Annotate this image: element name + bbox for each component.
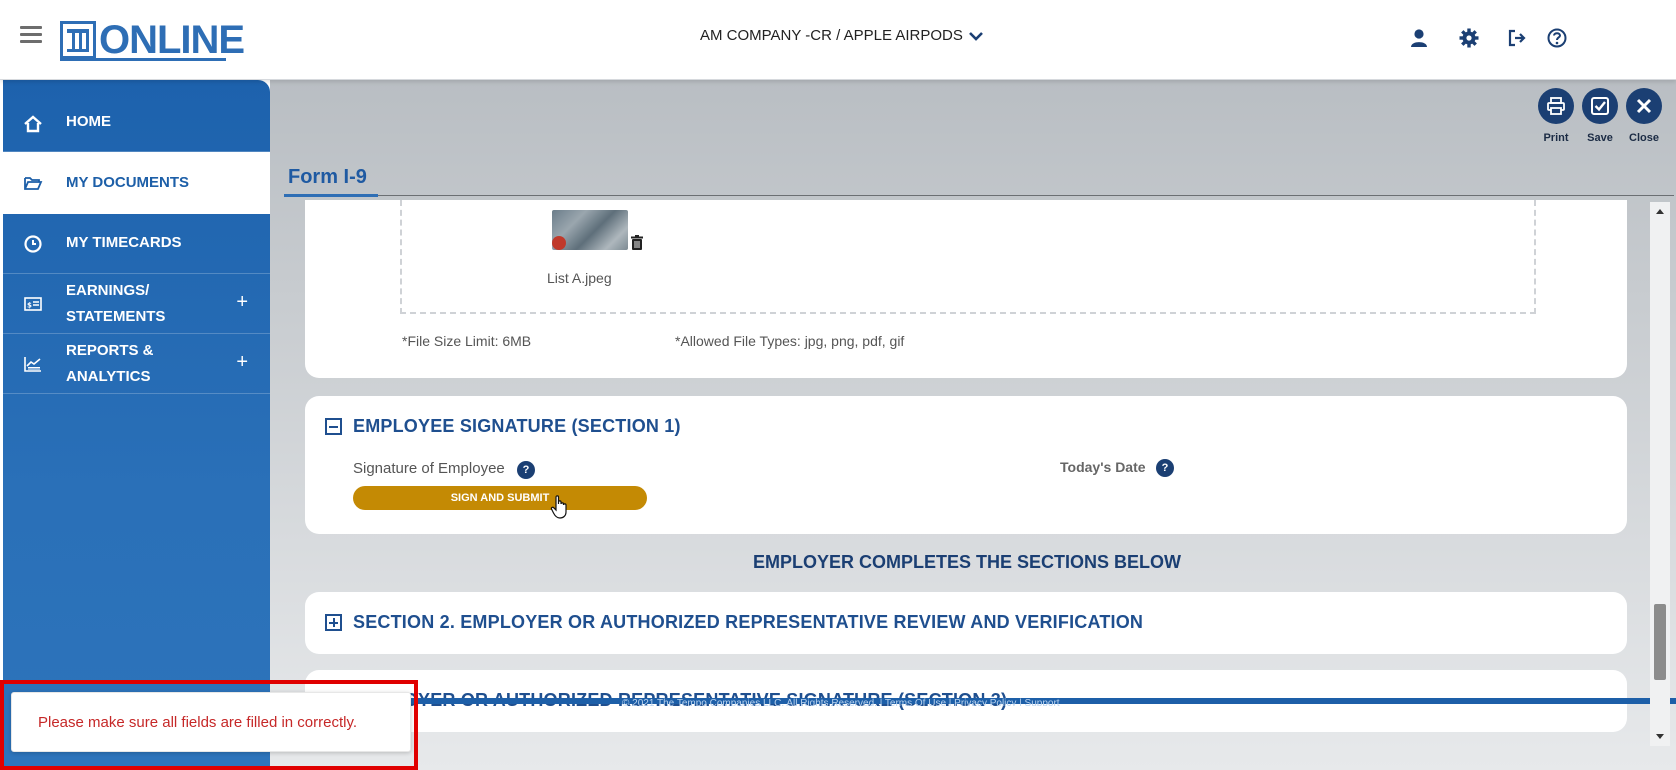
checkbox-check-icon — [1591, 97, 1609, 115]
close-icon — [1636, 98, 1652, 114]
file-dropzone[interactable]: List A.jpeg — [400, 200, 1536, 314]
logo-underline — [60, 58, 226, 61]
print-button[interactable] — [1538, 88, 1574, 124]
sidebar-item-label: MY TIMECARDS — [66, 234, 182, 251]
scroll-down-arrow-icon[interactable] — [1650, 728, 1670, 746]
scrollbar[interactable] — [1650, 202, 1670, 746]
form-scroll-area: List A.jpeg *File Size Limit: 6MB *Allow… — [270, 200, 1676, 770]
highlight-outline — [0, 680, 418, 770]
sidebar-item-label: EARNINGS/STATEMENTS — [66, 282, 166, 325]
employee-signature-card: EMPLOYEE SIGNATURE (SECTION 1) Signature… — [305, 396, 1627, 534]
hand-cursor-icon — [550, 495, 567, 519]
employer-section-heading: EMPLOYER COMPLETES THE SECTIONS BELOW — [752, 552, 1182, 572]
save-button[interactable] — [1582, 88, 1618, 124]
help-icon[interactable]: ? — [1156, 459, 1174, 477]
title-accent-bar — [284, 194, 378, 197]
scrollbar-thumb[interactable] — [1654, 604, 1666, 680]
main-content: Print Save Close Form I-9 List A.jpeg *F… — [270, 80, 1676, 770]
top-bar: ONLINE AM COMPANY -CR / APPLE AIRPODS — [0, 0, 1676, 80]
report-chart-icon — [24, 357, 41, 372]
save-label: Save — [1587, 132, 1613, 144]
sidebar-item-label: REPORTS & ANALYTICS — [66, 342, 154, 385]
user-icon[interactable] — [1408, 27, 1430, 49]
section-title: SECTION 2. EMPLOYER OR AUTHORIZED REPRES… — [353, 612, 1144, 632]
expand-plus-icon[interactable] — [325, 614, 342, 631]
home-icon — [24, 115, 42, 133]
logout-icon[interactable] — [1506, 27, 1528, 49]
section-title: EMPLOYEE SIGNATURE (SECTION 1) — [353, 416, 681, 436]
close-button[interactable] — [1626, 88, 1662, 124]
uploaded-file-name: List A.jpeg — [547, 270, 612, 286]
sidebar-item-home[interactable]: HOME — [3, 80, 270, 152]
company-selector-label: AM COMPANY -CR / APPLE AIRPODS — [700, 27, 963, 44]
title-divider — [284, 195, 1674, 196]
sidebar: HOME MY DOCUMENTS MY TIMECARDS $ EARNING… — [3, 80, 270, 770]
gear-icon[interactable] — [1458, 27, 1480, 49]
collapse-minus-icon[interactable] — [325, 418, 342, 435]
close-label: Close — [1629, 132, 1659, 144]
sidebar-item-my-documents[interactable]: MY DOCUMENTS — [3, 152, 270, 214]
signature-label: Signature of Employee — [353, 460, 505, 477]
help-circle-icon[interactable] — [1546, 27, 1568, 49]
sidebar-item-reports-analytics[interactable]: REPORTS & ANALYTICS + — [3, 334, 270, 394]
logo[interactable]: ONLINE — [60, 18, 245, 62]
logo-text: ONLINE — [99, 18, 245, 62]
sign-and-submit-button[interactable]: SIGN AND SUBMIT — [353, 486, 647, 510]
clock-icon — [24, 235, 42, 253]
scroll-up-arrow-icon[interactable] — [1650, 202, 1670, 220]
page-title: Form I-9 — [288, 166, 367, 188]
company-selector[interactable]: AM COMPANY -CR / APPLE AIRPODS — [700, 27, 983, 44]
sidebar-item-my-timecards[interactable]: MY TIMECARDS — [3, 214, 270, 274]
logo-mark-icon — [60, 21, 96, 59]
hamburger-menu-icon[interactable] — [20, 26, 42, 44]
allowed-file-types: *Allowed File Types: jpg, png, pdf, gif — [675, 333, 905, 349]
folder-open-icon — [24, 177, 43, 190]
sidebar-item-earnings-statements[interactable]: $ EARNINGS/STATEMENTS + — [3, 274, 270, 334]
svg-text:$: $ — [27, 302, 32, 310]
todays-date-label: Today's Date — [1060, 459, 1146, 475]
chevron-down-icon — [968, 31, 983, 41]
sidebar-item-label: MY DOCUMENTS — [66, 174, 190, 191]
uploaded-file-thumbnail — [552, 210, 628, 250]
printer-icon — [1547, 97, 1565, 115]
help-icon[interactable]: ? — [517, 461, 535, 479]
copyright-text: © 2021 The Tempo Companies LLC. All Righ… — [622, 698, 1060, 706]
upload-card: List A.jpeg *File Size Limit: 6MB *Allow… — [305, 200, 1627, 378]
expand-plus-icon[interactable]: + — [236, 351, 248, 374]
expand-plus-icon[interactable]: + — [236, 291, 248, 314]
section-2-card[interactable]: SECTION 2. EMPLOYER OR AUTHORIZED REPRES… — [305, 592, 1627, 654]
print-label: Print — [1543, 132, 1569, 144]
file-size-limit: *File Size Limit: 6MB — [402, 333, 532, 349]
statement-icon: $ — [24, 297, 42, 311]
sidebar-item-label: HOME — [66, 113, 111, 130]
trash-icon[interactable] — [630, 235, 644, 251]
